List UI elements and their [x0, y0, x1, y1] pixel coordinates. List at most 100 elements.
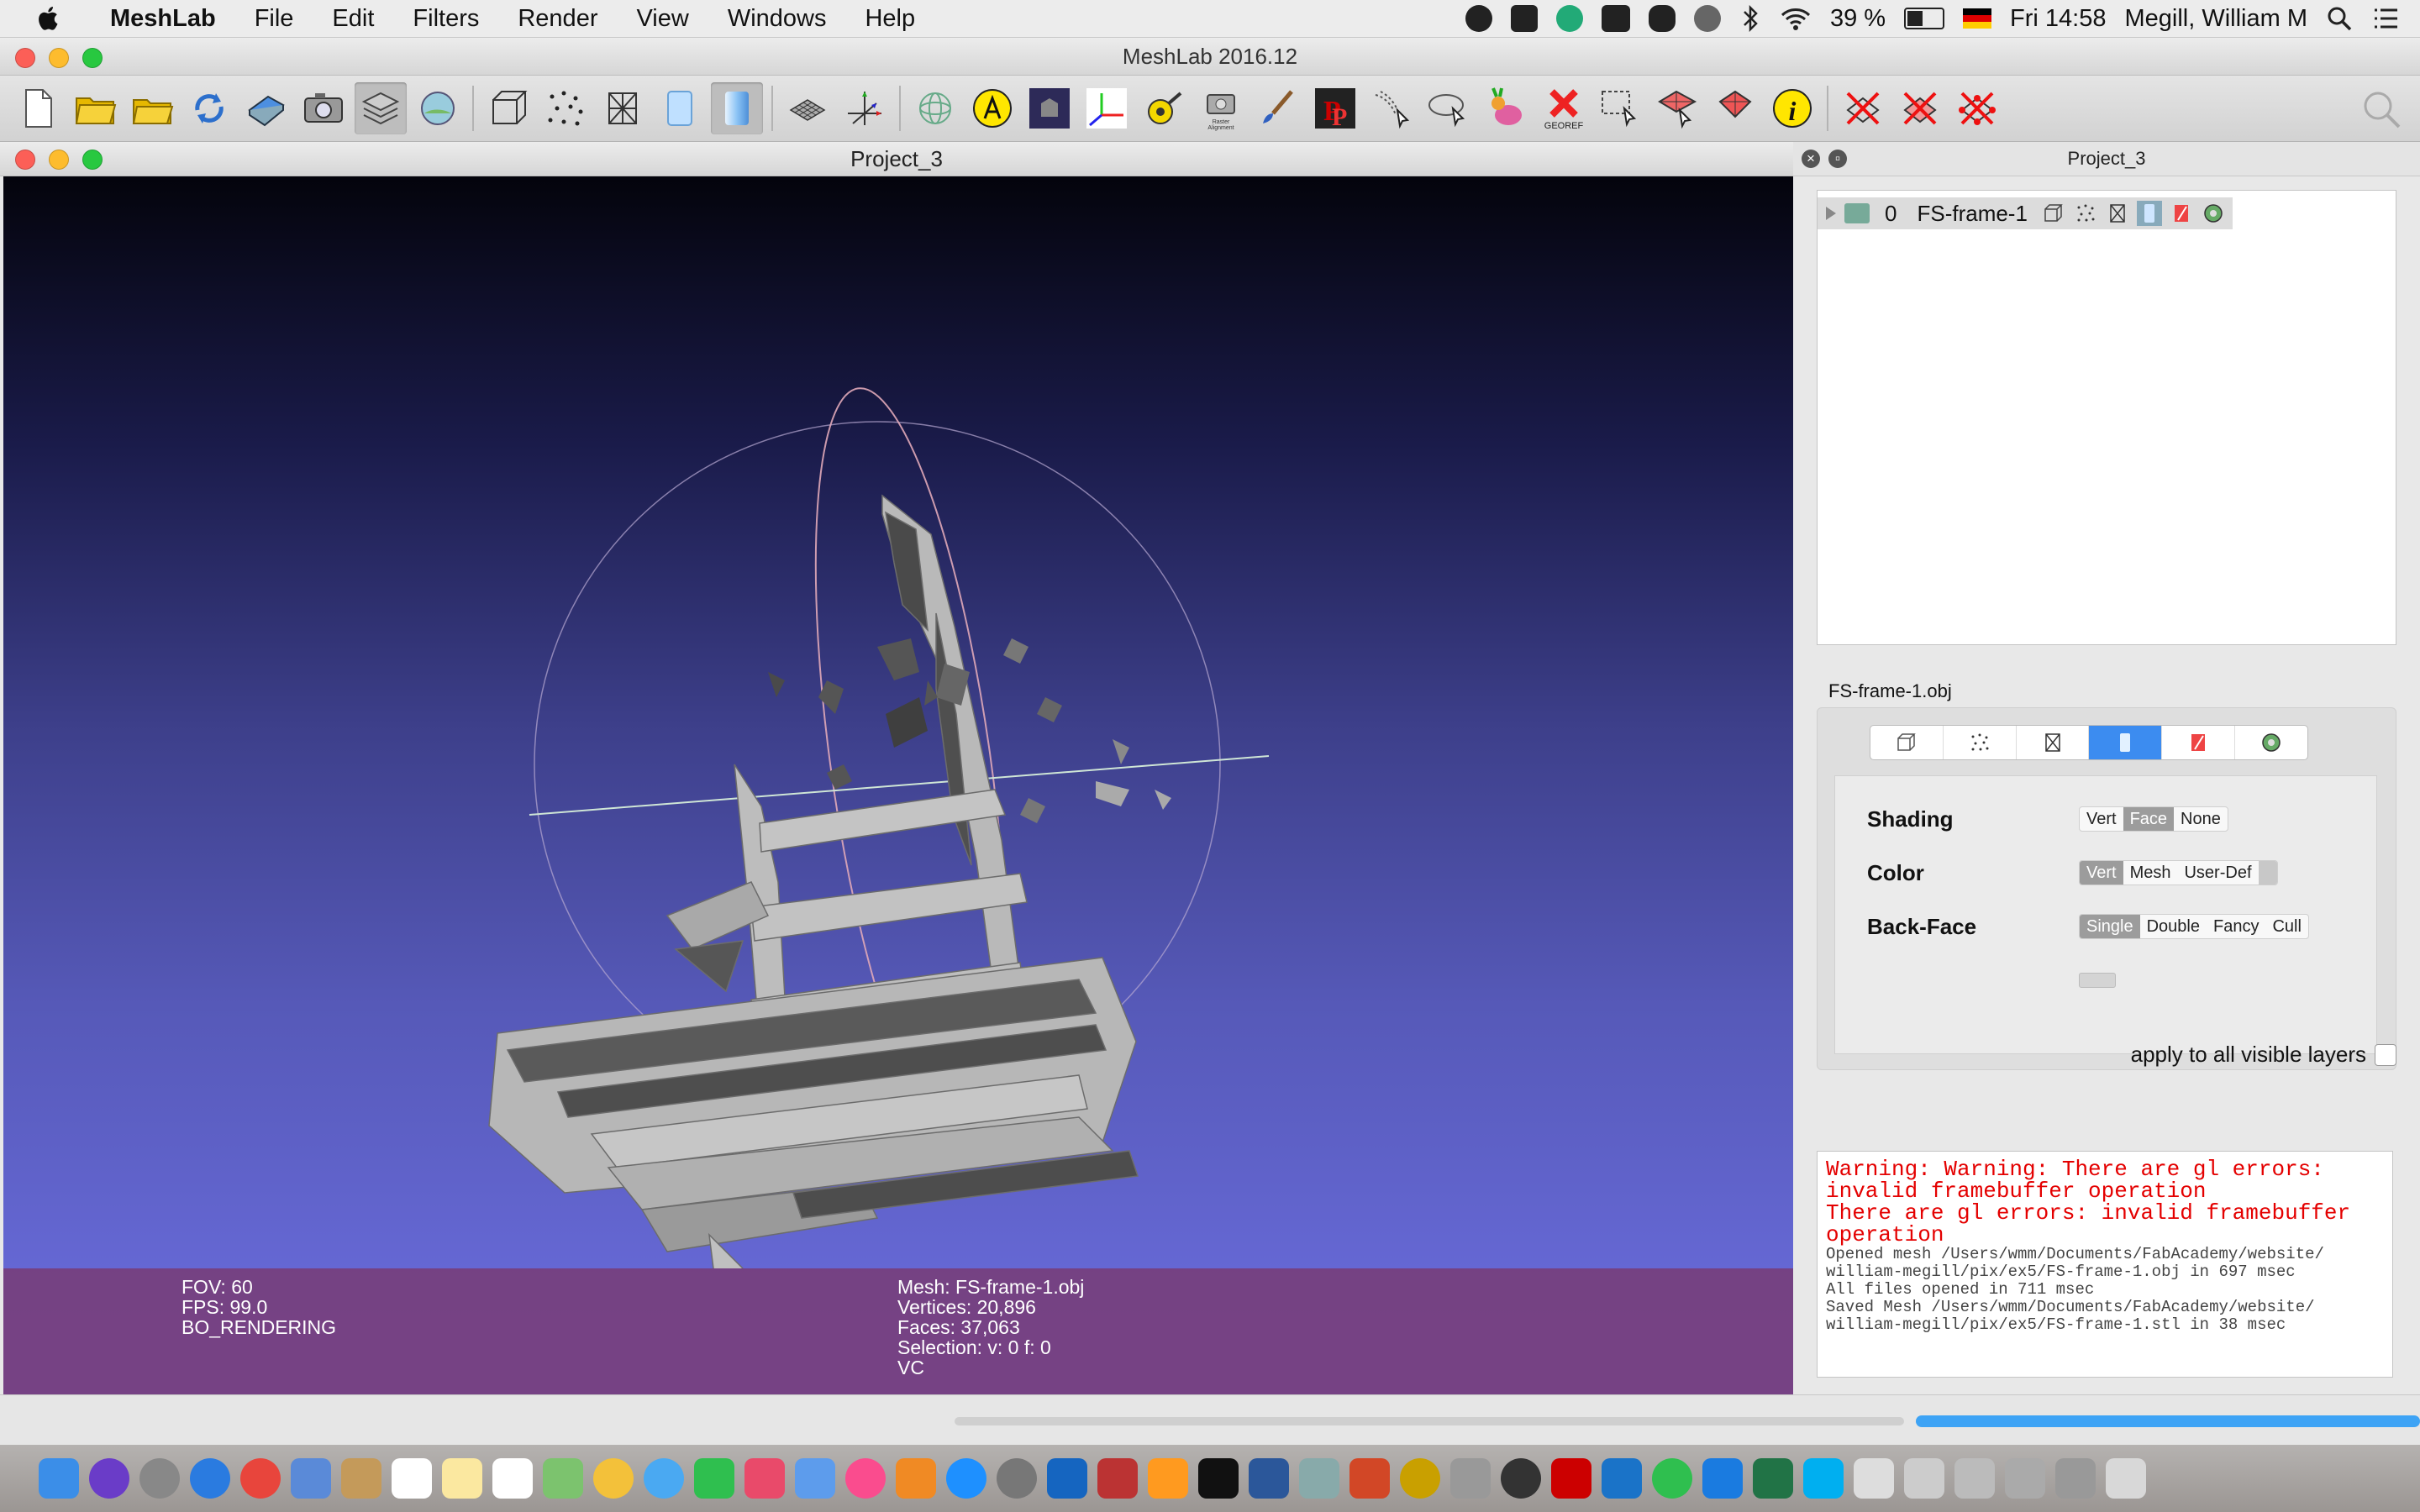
terminal-icon[interactable]	[1198, 1458, 1239, 1499]
app-menu[interactable]: MeshLab	[91, 5, 235, 33]
raster-layer-button[interactable]	[412, 82, 464, 134]
measure-button[interactable]	[1138, 82, 1190, 134]
3d-viewport[interactable]: FOV: 60 FPS: 99.0 BO_RENDERING Mesh: FS-…	[3, 176, 1793, 1394]
tab-solid[interactable]	[2089, 726, 2163, 759]
word-icon[interactable]	[1249, 1458, 1289, 1499]
reload-button[interactable]	[183, 82, 235, 134]
horizontal-scrollbar[interactable]	[955, 1417, 1904, 1425]
manipulator-button[interactable]	[1081, 82, 1133, 134]
music-icon[interactable]	[845, 1458, 886, 1499]
main-window-titlebar[interactable]: MeshLab 2016.12	[0, 38, 2420, 76]
chrome-icon[interactable]	[240, 1458, 281, 1499]
bi-status-icon[interactable]	[1601, 5, 1630, 32]
notes-icon[interactable]	[442, 1458, 482, 1499]
menu-render[interactable]: Render	[498, 5, 617, 33]
skype-status-icon[interactable]	[1465, 5, 1492, 32]
open-project-button[interactable]	[69, 82, 121, 134]
mesh-scene[interactable]	[3, 176, 1793, 1268]
fusion360-icon[interactable]	[1148, 1458, 1188, 1499]
contacts-icon[interactable]	[341, 1458, 381, 1499]
new-project-button[interactable]	[12, 82, 64, 134]
smooth-render-button[interactable]	[711, 82, 763, 134]
layer-bbox-toggle[interactable]	[2041, 201, 2066, 226]
dock-document-icon[interactable]	[2055, 1458, 2096, 1499]
battery-icon[interactable]	[1904, 8, 1945, 29]
layer-dialog-button[interactable]	[355, 82, 407, 134]
bbox-render-button[interactable]	[482, 82, 534, 134]
dock-document-icon[interactable]	[1854, 1458, 1894, 1499]
trackball-button[interactable]	[909, 82, 961, 134]
layer-overlay-toggle[interactable]	[2201, 201, 2226, 226]
tab-points[interactable]	[1944, 726, 2017, 759]
cura-icon[interactable]	[1702, 1458, 1743, 1499]
color-swatch-button[interactable]	[2258, 861, 2277, 885]
excel-icon[interactable]	[1753, 1458, 1793, 1499]
tab-texture[interactable]	[2162, 726, 2236, 759]
menu-windows[interactable]: Windows	[708, 5, 846, 33]
select-area-button[interactable]	[1423, 82, 1476, 134]
menu-edit[interactable]: Edit	[313, 5, 393, 33]
points-render-button[interactable]	[539, 82, 592, 134]
apple-menu-icon[interactable]	[34, 3, 64, 34]
itunes-icon[interactable]	[744, 1458, 785, 1499]
launchpad-icon[interactable]	[139, 1458, 180, 1499]
tab-wireframe[interactable]	[2017, 726, 2090, 759]
layer-points-toggle[interactable]	[2073, 201, 2098, 226]
tab-overlay[interactable]	[2235, 726, 2307, 759]
powerpoint-icon[interactable]	[1349, 1458, 1390, 1499]
georef-button[interactable]: GEOREF	[1538, 82, 1590, 134]
menu-filters[interactable]: Filters	[393, 5, 498, 33]
shading-none-option[interactable]: None	[2174, 807, 2228, 831]
photos-icon[interactable]	[291, 1458, 331, 1499]
sync-status-icon[interactable]	[1555, 5, 1583, 32]
color-userdef-option[interactable]: User-Def	[2177, 861, 2258, 885]
lighting-button[interactable]	[781, 82, 834, 134]
paint-button[interactable]	[1252, 82, 1304, 134]
point-picker-button[interactable]: PP	[1309, 82, 1361, 134]
layer-row[interactable]: 0 FS-frame-1	[1818, 197, 2233, 229]
facetime-icon[interactable]	[694, 1458, 734, 1499]
info-button[interactable]: i	[1766, 82, 1818, 134]
menu-file[interactable]: File	[235, 5, 313, 33]
spotlight-search-icon[interactable]	[2326, 5, 2353, 32]
dock-document-icon[interactable]	[1904, 1458, 1944, 1499]
autocad-icon[interactable]	[1097, 1458, 1138, 1499]
layer-smooth-toggle[interactable]	[2136, 201, 2162, 226]
cloud-upload-status-icon[interactable]	[1648, 5, 1676, 32]
select-vertices-button[interactable]	[1366, 82, 1418, 134]
calendar-icon[interactable]	[392, 1458, 432, 1499]
shading-face-option[interactable]: Face	[2123, 807, 2175, 831]
acrobat-icon[interactable]	[1551, 1458, 1591, 1499]
maximize-project-button[interactable]	[82, 150, 103, 170]
dock-document-icon[interactable]	[1954, 1458, 1995, 1499]
siri-icon[interactable]	[89, 1458, 129, 1499]
dock-float-icon[interactable]: ▫	[1828, 150, 1847, 168]
save-mesh-button[interactable]	[240, 82, 292, 134]
system-preferences-icon[interactable]	[997, 1458, 1037, 1499]
project-window-titlebar[interactable]: Project_3	[0, 142, 1793, 176]
axes-button[interactable]	[839, 82, 891, 134]
wireframe-render-button[interactable]	[597, 82, 649, 134]
menu-view[interactable]: View	[617, 5, 708, 33]
eye-status-icon[interactable]	[1693, 5, 1721, 32]
layer-wire-toggle[interactable]	[2105, 201, 2130, 226]
quicktime-icon[interactable]	[1501, 1458, 1541, 1499]
trash-icon[interactable]	[2106, 1458, 2146, 1499]
extra-option-button[interactable]	[2079, 973, 2116, 988]
color-vert-option[interactable]: Vert	[2080, 861, 2123, 885]
menubar-user[interactable]: Megill, William M	[2125, 5, 2308, 33]
import-mesh-button[interactable]	[126, 82, 178, 134]
select-faces-button[interactable]	[1709, 82, 1761, 134]
meshlab-icon[interactable]	[1400, 1458, 1440, 1499]
backface-fancy-option[interactable]: Fancy	[2207, 915, 2265, 938]
finder-icon[interactable]	[39, 1458, 79, 1499]
delete-faces-vertices-button[interactable]	[1894, 82, 1946, 134]
delete-vertices-button[interactable]	[1951, 82, 2003, 134]
minimize-project-button[interactable]	[49, 150, 69, 170]
close-project-button[interactable]	[15, 150, 35, 170]
zoom-window-button[interactable]	[82, 48, 103, 68]
shading-vert-option[interactable]: Vert	[2080, 807, 2123, 831]
flat-render-button[interactable]	[654, 82, 706, 134]
whatsapp-icon[interactable]	[1652, 1458, 1692, 1499]
maps-icon[interactable]	[543, 1458, 583, 1499]
